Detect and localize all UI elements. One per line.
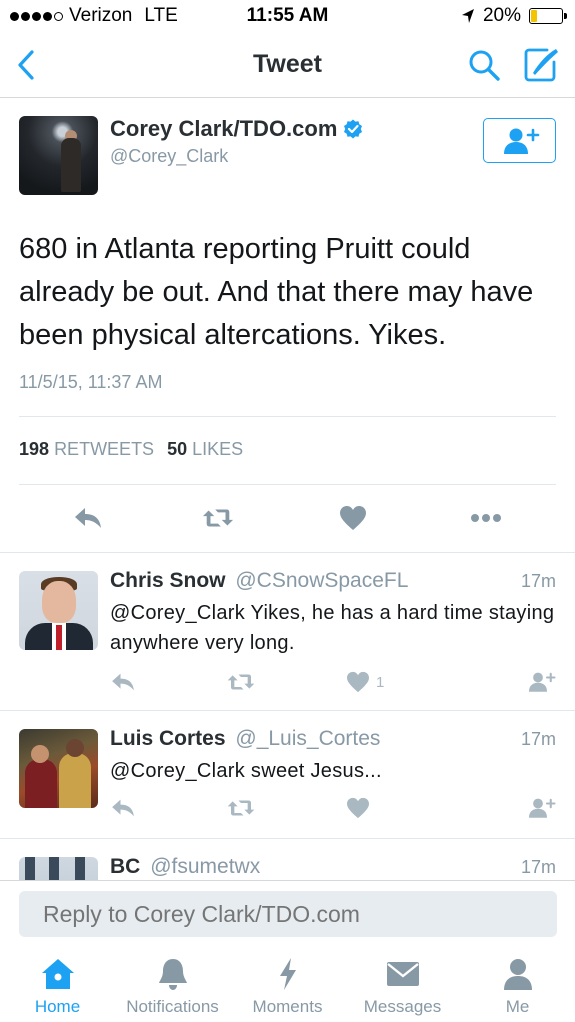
tab-me-label: Me	[505, 997, 530, 1016]
tab-messages[interactable]: Messages	[345, 957, 460, 1017]
status-right: 20%	[461, 5, 567, 27]
reply-author[interactable]: Chris Snow @CSnowSpaceFL	[110, 569, 408, 593]
reply-tweet[interactable]: Chris Snow @CSnowSpaceFL 17m @Corey_Clar…	[0, 552, 575, 710]
battery-icon	[529, 8, 567, 24]
like-count: 1	[376, 673, 385, 691]
reply-actions	[0, 793, 575, 823]
tab-home[interactable]: Home	[0, 957, 115, 1017]
follow-button[interactable]	[526, 793, 556, 823]
avatar[interactable]	[19, 116, 98, 195]
reply-author-handle[interactable]: @_Luis_Cortes	[235, 727, 380, 750]
more-dots-icon	[471, 514, 501, 522]
follow-button[interactable]	[526, 667, 556, 697]
tab-messages-label: Messages	[363, 997, 442, 1016]
reply-text: @Corey_Clark sweet Jesus...	[110, 760, 382, 782]
nav-bar: Tweet	[0, 34, 575, 98]
avatar[interactable]	[19, 571, 98, 650]
more-button[interactable]	[470, 498, 502, 538]
reply-icon	[112, 799, 134, 817]
search-icon[interactable]	[467, 48, 501, 82]
tweet-actions	[0, 498, 575, 538]
tab-me[interactable]: Me	[460, 957, 575, 1017]
retweet-button[interactable]	[226, 793, 256, 823]
author-name[interactable]: Corey Clark/TDO.com	[110, 116, 337, 142]
add-user-icon	[529, 672, 556, 692]
reply-author-name[interactable]: Chris Snow	[110, 569, 226, 592]
retweet-icon	[227, 800, 255, 816]
author-handle[interactable]: @Corey_Clark	[110, 146, 228, 167]
add-user-icon	[503, 128, 539, 154]
tweet-text: 680 in Atlanta reporting Pruitt could al…	[19, 233, 534, 351]
retweet-icon	[202, 509, 234, 527]
reply-time: 17m	[520, 571, 556, 591]
retweet-button[interactable]	[226, 667, 256, 697]
tab-home-label: Home	[34, 997, 81, 1016]
reply-actions: 1	[0, 667, 575, 697]
battery-fill	[531, 10, 538, 22]
retweet-button[interactable]	[202, 498, 234, 538]
lightning-icon	[279, 958, 296, 990]
like-button[interactable]: 1	[346, 667, 384, 697]
reply-tweet[interactable]: BC @fsumetwx 17m	[0, 838, 575, 880]
reply-button[interactable]	[110, 793, 136, 823]
tweet-timestamp: 11/5/15, 11:37 AM	[19, 372, 163, 392]
compose-icon[interactable]	[523, 46, 559, 82]
heart-icon	[347, 797, 369, 819]
tab-notifications[interactable]: Notifications	[115, 957, 230, 1017]
tab-moments-label: Moments	[252, 997, 323, 1016]
reply-time: 17m	[520, 857, 556, 877]
heart-icon	[340, 506, 366, 530]
likes-count[interactable]: 50	[167, 439, 187, 459]
follow-button[interactable]	[483, 118, 556, 163]
retweet-icon	[227, 674, 255, 690]
avatar[interactable]	[19, 857, 98, 880]
person-icon	[503, 959, 532, 990]
location-arrow-icon	[461, 9, 474, 23]
reply-tweet[interactable]: Luis Cortes @_Luis_Cortes 17m @Corey_Cla…	[0, 710, 575, 838]
like-button[interactable]	[346, 793, 370, 823]
reply-author-name[interactable]: BC	[110, 855, 140, 878]
reply-icon	[75, 508, 101, 528]
engagement-counts[interactable]: 198 RETWEETS 50 LIKES	[19, 439, 243, 460]
divider	[19, 416, 556, 417]
reply-author[interactable]: Luis Cortes @_Luis_Cortes	[110, 727, 380, 751]
divider	[19, 484, 556, 485]
reply-input[interactable]	[19, 891, 557, 937]
retweets-count[interactable]: 198	[19, 439, 49, 459]
reply-composer	[0, 880, 575, 949]
status-bar: Verizon LTE 11:55 AM 20%	[0, 0, 575, 34]
envelope-icon	[386, 962, 419, 986]
reply-button[interactable]	[72, 498, 104, 538]
reply-time: 17m	[520, 729, 556, 749]
like-button[interactable]	[337, 498, 369, 538]
heart-icon	[347, 671, 369, 693]
verified-badge-icon	[344, 119, 363, 139]
reply-icon	[112, 673, 134, 691]
bell-icon	[158, 959, 187, 990]
reply-author[interactable]: BC @fsumetwx	[110, 855, 260, 879]
home-icon	[41, 959, 74, 989]
tab-moments[interactable]: Moments	[230, 957, 345, 1017]
reply-button[interactable]	[110, 667, 136, 697]
tab-notifications-label: Notifications	[126, 997, 219, 1016]
reply-author-name[interactable]: Luis Cortes	[110, 727, 226, 750]
author-name-row[interactable]: Corey Clark/TDO.com	[110, 116, 363, 142]
reply-author-handle[interactable]: @CSnowSpaceFL	[235, 569, 408, 592]
reply-author-handle[interactable]: @fsumetwx	[150, 855, 260, 878]
add-user-icon	[529, 798, 556, 818]
reply-text: @Corey_Clark Yikes, he has a hard time s…	[110, 602, 555, 654]
battery-percent: 20%	[482, 5, 521, 26]
tab-bar: Home Notifications Moments Messages Me	[0, 949, 575, 1022]
likes-label[interactable]: LIKES	[192, 439, 243, 459]
retweets-label[interactable]: RETWEETS	[54, 439, 154, 459]
